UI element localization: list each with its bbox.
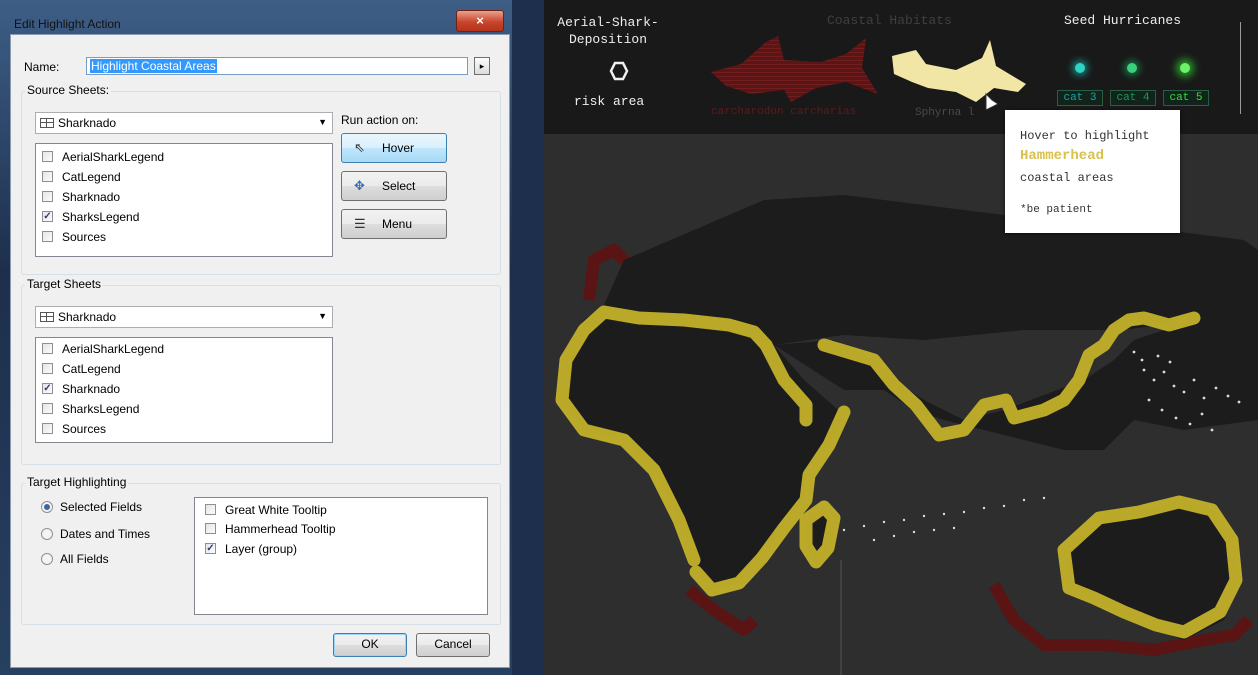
window-gap <box>512 0 544 675</box>
checkbox[interactable] <box>42 363 53 374</box>
checkbox-checked[interactable]: ✓ <box>42 211 53 222</box>
worksheet-icon <box>40 312 54 322</box>
menu-button[interactable]: ☰ Menu <box>341 209 447 239</box>
source-sheet-dropdown[interactable]: Sharknado ▼ <box>35 112 333 134</box>
dialog-title: Edit Highlight Action <box>14 17 121 31</box>
checkbox-checked[interactable]: ✓ <box>42 383 53 394</box>
legend-title-line1: Aerial-Shark- <box>557 15 659 30</box>
worksheet-icon <box>40 118 54 128</box>
close-icon: × <box>476 13 484 28</box>
checkbox[interactable] <box>42 343 53 354</box>
ok-button[interactable]: OK <box>333 633 407 657</box>
close-button[interactable]: × <box>456 10 504 32</box>
source-sheet-selected: Sharknado <box>58 116 117 130</box>
source-sheets-title: Source Sheets: <box>25 83 112 97</box>
cat-4-orb[interactable] <box>1127 63 1137 73</box>
name-menu-button[interactable]: ▸ <box>474 57 490 75</box>
mouse-cursor-icon <box>985 92 999 110</box>
hammerhead-species-label: Sphyrna l <box>915 107 975 119</box>
click-pointer-icon: ✥ <box>354 178 365 193</box>
dialog-body: Name: Highlight Coastal Areas ▸ Source S… <box>10 34 510 668</box>
checkbox[interactable] <box>205 523 216 534</box>
chevron-down-icon: ▼ <box>318 311 327 321</box>
highlight-fields-list: Great White Tooltip Hammerhead Tooltip ✓… <box>194 497 488 615</box>
checkbox[interactable] <box>42 171 53 182</box>
radio-button-selected[interactable] <box>41 501 53 513</box>
select-button[interactable]: ✥ Select <box>341 171 447 201</box>
tooltip-line1: Hover to highlight <box>1020 129 1150 143</box>
checkbox[interactable] <box>42 151 53 162</box>
great-white-shark-icon[interactable] <box>706 24 886 114</box>
tooltip-species: Hammerhead <box>1020 148 1105 164</box>
cat-4-legend[interactable]: cat 4 <box>1110 90 1156 106</box>
tooltip-note: *be patient <box>1020 204 1093 216</box>
radio-button[interactable] <box>41 528 53 540</box>
dialog-title-bar[interactable]: Edit Highlight Action × <box>4 3 504 33</box>
target-sheet-selected: Sharknado <box>58 310 117 324</box>
checkbox[interactable] <box>42 231 53 242</box>
legend-title-line2: Deposition <box>568 32 647 47</box>
land-masses <box>559 195 1258 640</box>
pointer-icon: ⇖ <box>354 140 365 155</box>
cat-3-legend[interactable]: cat 3 <box>1057 90 1103 106</box>
checkbox[interactable] <box>42 403 53 414</box>
legend-scrollbar[interactable] <box>1240 22 1241 114</box>
target-sheets-title: Target Sheets <box>25 277 104 291</box>
edit-highlight-action-dialog: Edit Highlight Action × Name: Highlight … <box>0 0 512 675</box>
name-label: Name: <box>24 60 60 74</box>
target-highlighting-title: Target Highlighting <box>25 475 129 489</box>
target-sheets-list: AerialSharkLegend CatLegend ✓ Sharknado S… <box>35 337 333 443</box>
hover-button[interactable]: ⇖ Hover <box>341 133 447 163</box>
radio-button[interactable] <box>41 553 53 565</box>
hammerhead-tooltip: Hover to highlight Hammerhead coastal ar… <box>1005 110 1180 233</box>
chevron-down-icon: ▼ <box>318 117 327 127</box>
checkbox[interactable] <box>42 191 53 202</box>
play-arrow-icon: ▸ <box>479 61 485 71</box>
great-white-species-label: carcharodon carcharias <box>711 106 857 118</box>
target-sheet-dropdown[interactable]: Sharknado ▼ <box>35 306 333 328</box>
cat-5-legend[interactable]: cat 5 <box>1163 90 1209 106</box>
cat-3-orb[interactable] <box>1075 63 1085 73</box>
sharknado-viz: Aerial-Shark- Deposition risk area Coast… <box>544 0 1258 675</box>
tooltip-line3: coastal areas <box>1020 171 1114 185</box>
aerial-shark-legend-title: Aerial-Shark- Deposition <box>548 14 668 48</box>
menu-pointer-icon: ☰ <box>354 216 366 231</box>
name-input[interactable]: Highlight Coastal Areas <box>86 57 468 75</box>
checkbox[interactable] <box>205 504 216 515</box>
risk-area-label: risk area <box>574 94 645 109</box>
checkbox-checked[interactable]: ✓ <box>205 543 216 554</box>
hexagon-icon <box>609 61 629 81</box>
cancel-button[interactable]: Cancel <box>416 633 490 657</box>
cat-5-orb[interactable] <box>1180 63 1190 73</box>
checkbox[interactable] <box>42 423 53 434</box>
name-input-value: Highlight Coastal Areas <box>90 59 217 73</box>
seed-hurricanes-title: Seed Hurricanes <box>1064 13 1182 28</box>
run-action-label: Run action on: <box>341 113 419 127</box>
source-sheets-list: AerialSharkLegend CatLegend Sharknado ✓ S… <box>35 143 333 257</box>
hammerhead-shark-icon[interactable] <box>886 30 1046 110</box>
